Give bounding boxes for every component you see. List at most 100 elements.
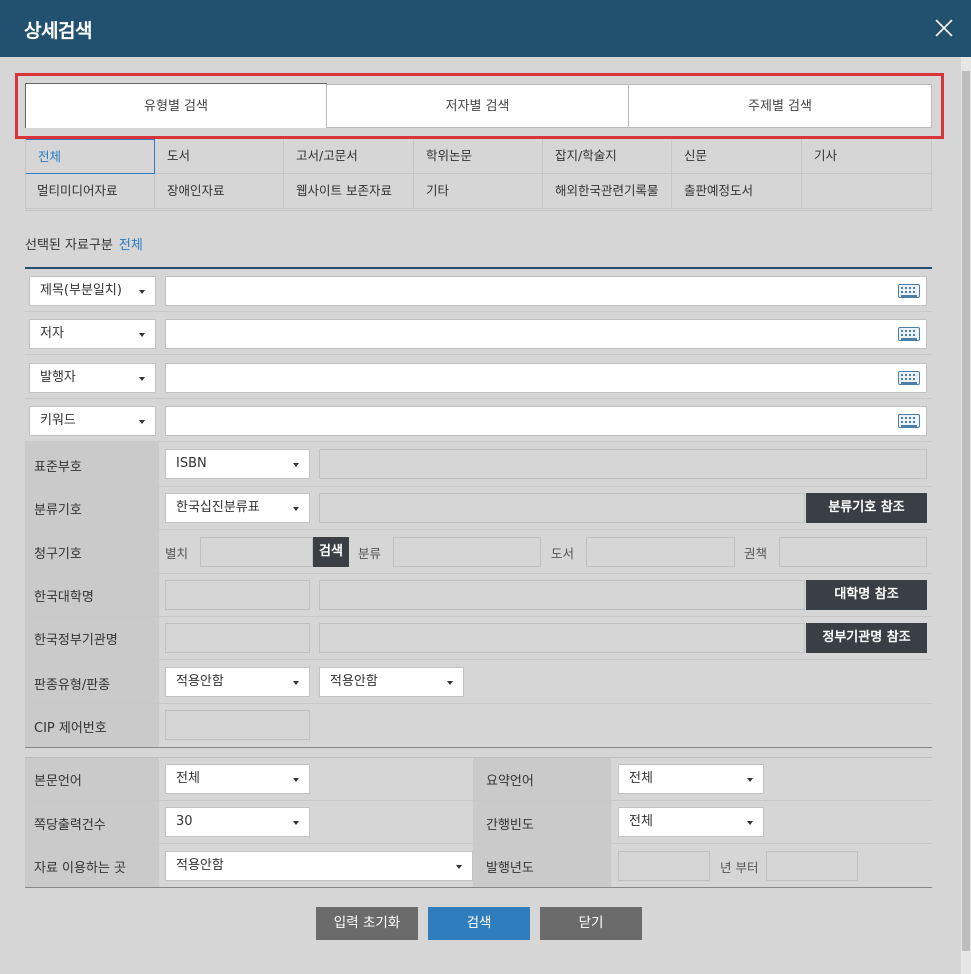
scrollbar[interactable]: [961, 57, 971, 974]
type-disability[interactable]: 장애인자료: [155, 174, 284, 209]
selected-type-value: 전체: [118, 238, 143, 253]
type-empty: [802, 174, 932, 209]
standard-no-label: 표준부호: [34, 460, 82, 475]
classification-select[interactable]: 한국십진분류표: [165, 493, 310, 523]
row-divider: [25, 441, 932, 442]
pub-year-from-input[interactable]: [618, 851, 710, 881]
call-no-book-label: 도서: [551, 546, 575, 561]
keyboard-icon[interactable]: [898, 327, 920, 341]
search-tabs: 유형별 검색 저자별 검색 주제별 검색: [25, 83, 932, 128]
university-label: 한국대학명: [34, 590, 94, 605]
section-rule: [25, 887, 932, 888]
search-input-3[interactable]: [165, 363, 927, 393]
type-book[interactable]: 도서: [155, 139, 284, 174]
field-select-4[interactable]: 키워드: [29, 406, 156, 436]
call-no-separate-input[interactable]: [200, 537, 313, 567]
location-label: 자료 이용하는 곳: [34, 861, 126, 876]
cip-input[interactable]: [165, 710, 310, 740]
scrollbar-thumb[interactable]: [962, 71, 970, 951]
selected-type-label: 선택된 자료구분: [25, 238, 113, 253]
row-divider: [25, 529, 932, 530]
summary-lang-label: 요약언어: [486, 774, 534, 789]
dialog-header: 상세검색: [0, 0, 971, 57]
tab-author-search[interactable]: 저자별 검색: [326, 84, 629, 128]
search-input-1[interactable]: [165, 276, 927, 306]
row-divider: [25, 398, 932, 399]
type-forthcoming[interactable]: 출판예정도서: [672, 174, 802, 209]
type-article[interactable]: 기사: [802, 139, 932, 174]
call-no-volume-input[interactable]: [779, 537, 927, 567]
row-divider: [25, 800, 932, 801]
per-page-select[interactable]: 30: [165, 807, 310, 837]
call-no-class-input[interactable]: [393, 537, 541, 567]
university-name-input[interactable]: [319, 580, 805, 610]
row-divider: [25, 703, 932, 704]
type-website-archive[interactable]: 웹사이트 보존자료: [284, 174, 414, 209]
call-no-class-label: 분류: [358, 546, 382, 561]
close-button[interactable]: 닫기: [540, 907, 642, 940]
edition-select[interactable]: 적용안함: [319, 667, 464, 697]
row-divider: [25, 354, 932, 355]
keyboard-icon[interactable]: [898, 414, 920, 428]
row-divider: [25, 573, 932, 574]
type-journal[interactable]: 잡지/학술지: [543, 139, 672, 174]
body-lang-select[interactable]: 전체: [165, 764, 310, 794]
row-divider: [25, 616, 932, 617]
frequency-label: 간행빈도: [486, 818, 534, 833]
dialog-title: 상세검색: [24, 20, 92, 42]
university-code-input[interactable]: [165, 580, 310, 610]
search-button[interactable]: 검색: [428, 907, 530, 940]
per-page-label: 쪽당출력건수: [34, 818, 106, 833]
body-lang-label: 본문언어: [34, 774, 82, 789]
standard-no-select[interactable]: ISBN: [165, 449, 310, 479]
field-select-2[interactable]: 저자: [29, 319, 156, 349]
classification-input[interactable]: [319, 493, 805, 523]
field-select-1[interactable]: 제목(부분일치): [29, 276, 156, 306]
type-overseas-korea[interactable]: 해외한국관련기록물: [543, 174, 672, 209]
call-no-label: 청구기호: [34, 547, 82, 562]
reset-button[interactable]: 입력 초기화: [316, 907, 418, 940]
classification-label: 분류기호: [34, 503, 82, 518]
search-input-2[interactable]: [165, 319, 927, 349]
edition-label: 판종유형/판종: [34, 678, 111, 693]
standard-no-input[interactable]: [319, 449, 927, 479]
location-select[interactable]: 적용안함: [165, 851, 473, 881]
type-multimedia[interactable]: 멀티미디어자료: [25, 174, 155, 209]
summary-lang-select[interactable]: 전체: [618, 764, 764, 794]
row-divider: [25, 659, 932, 660]
selected-type: 선택된 자료구분 전체: [25, 234, 143, 253]
tab-subject-search[interactable]: 주제별 검색: [628, 84, 932, 128]
gov-agency-name-input[interactable]: [319, 623, 805, 653]
field-select-3[interactable]: 발행자: [29, 363, 156, 393]
type-old-book[interactable]: 고서/고문서: [284, 139, 414, 174]
row-divider: [25, 311, 932, 312]
cip-label: CIP 제어번호: [34, 721, 107, 736]
call-no-separate-label: 별치: [165, 546, 189, 561]
pub-year-label: 발행년도: [486, 861, 534, 876]
type-etc[interactable]: 기타: [414, 174, 543, 209]
university-ref-button[interactable]: 대학명 참조: [806, 580, 927, 610]
tab-type-search[interactable]: 유형별 검색: [25, 83, 327, 128]
keyboard-icon[interactable]: [898, 284, 920, 298]
type-thesis[interactable]: 학위논문: [414, 139, 543, 174]
pub-year-from-label: 년 부터: [720, 860, 759, 875]
section-rule: [25, 267, 932, 269]
edition-type-select[interactable]: 적용안함: [165, 667, 310, 697]
classification-ref-button[interactable]: 분류기호 참조: [806, 493, 927, 523]
type-all[interactable]: 전체: [25, 139, 155, 174]
section-rule: [25, 747, 932, 748]
type-newspaper[interactable]: 신문: [672, 139, 802, 174]
search-input-4[interactable]: [165, 406, 927, 436]
row-divider: [25, 843, 932, 844]
close-icon[interactable]: [934, 18, 954, 38]
gov-agency-code-input[interactable]: [165, 623, 310, 653]
gov-agency-label: 한국정부기관명: [34, 633, 118, 648]
call-no-volume-label: 권책: [744, 546, 768, 561]
frequency-select[interactable]: 전체: [618, 807, 764, 837]
keyboard-icon[interactable]: [898, 371, 920, 385]
gov-agency-ref-button[interactable]: 정부기관명 참조: [806, 623, 927, 653]
row-divider: [25, 486, 932, 487]
call-no-search-button[interactable]: 검색: [313, 537, 349, 567]
call-no-book-input[interactable]: [586, 537, 735, 567]
pub-year-to-input[interactable]: [766, 851, 858, 881]
